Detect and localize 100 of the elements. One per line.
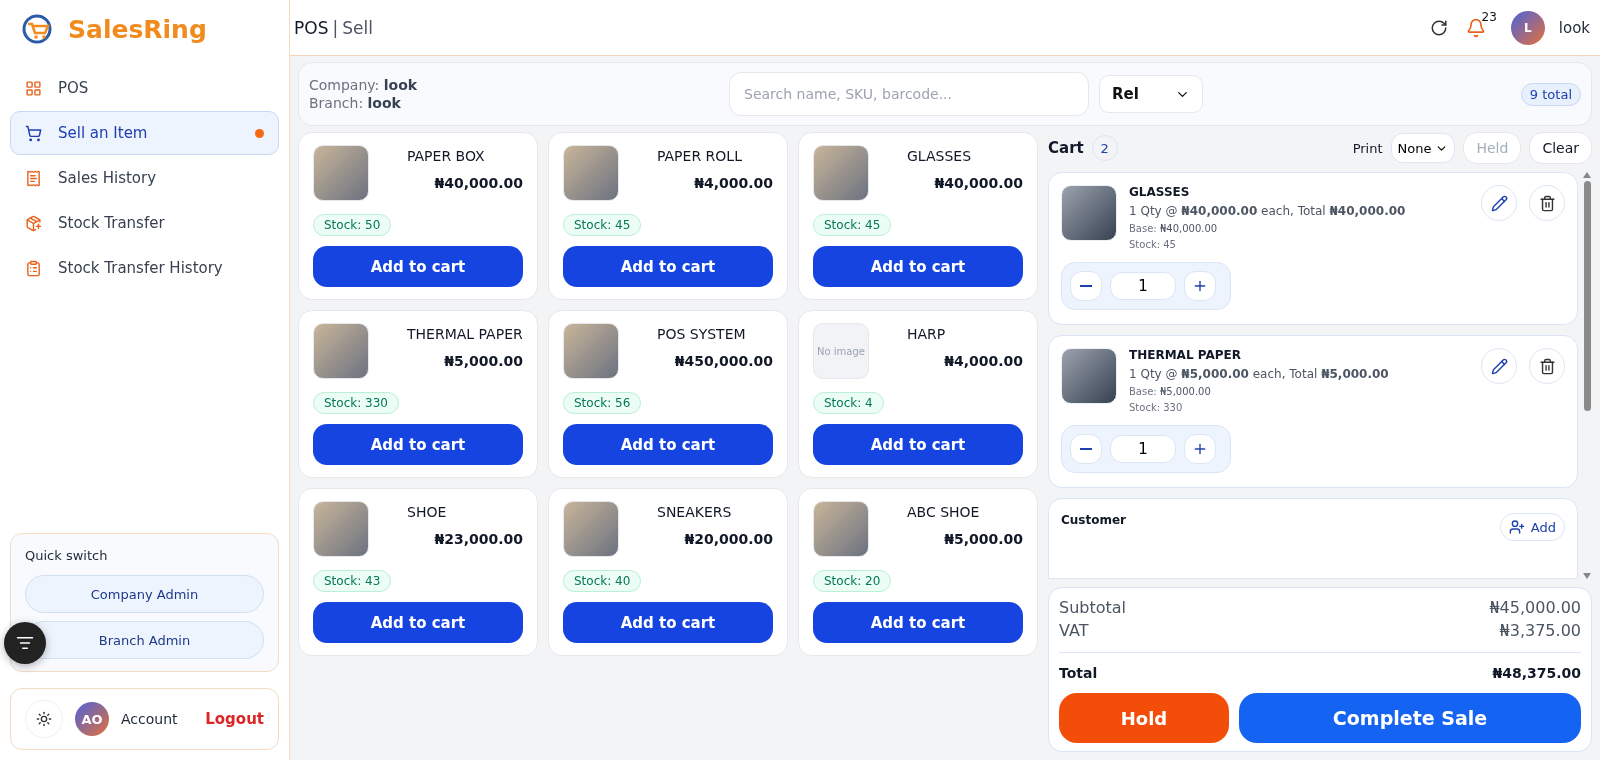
product-name: SHOE bbox=[406, 503, 448, 522]
nav-item[interactable]: Stock Transfer History bbox=[10, 246, 279, 290]
trash-icon bbox=[1538, 357, 1556, 375]
scroll-up-arrow[interactable] bbox=[1583, 172, 1591, 178]
product-name: POS SYSTEM bbox=[656, 325, 747, 344]
add-to-cart-button[interactable]: Add to cart bbox=[813, 602, 1023, 643]
receipt-icon bbox=[25, 169, 42, 187]
stock-badge: Stock: 20 bbox=[813, 570, 892, 593]
increase-button[interactable] bbox=[1184, 271, 1216, 301]
product-price: ₦23,000.00 bbox=[434, 531, 523, 547]
theme-toggle-button[interactable] bbox=[25, 700, 63, 738]
sun-icon bbox=[36, 711, 52, 727]
product-price: ₦40,000.00 bbox=[434, 175, 523, 191]
company-info: Company: look bbox=[309, 77, 419, 93]
stock-badge: Stock: 56 bbox=[563, 392, 642, 415]
product-name: THERMAL PAPER bbox=[406, 325, 523, 344]
item-price-line: 1 Qty @ ₦5,000.00 each, Total ₦5,000.00 bbox=[1129, 367, 1390, 381]
quantity-field[interactable]: 1 bbox=[1110, 435, 1176, 463]
item-name: GLASSES bbox=[1129, 185, 1191, 199]
item-base-price: Base: ₦5,000.00 bbox=[1129, 386, 1212, 397]
photo-placeholder bbox=[813, 145, 869, 201]
hold-button[interactable]: Hold bbox=[1059, 693, 1229, 743]
add-to-cart-button[interactable]: Add to cart bbox=[813, 246, 1023, 287]
notification-count: 23 bbox=[1481, 9, 1497, 24]
box-icon bbox=[25, 214, 42, 232]
add-to-cart-button[interactable]: Add to cart bbox=[563, 602, 773, 643]
grid-icon bbox=[25, 79, 42, 97]
add-to-cart-button[interactable]: Add to cart bbox=[563, 424, 773, 465]
photo-placeholder bbox=[813, 501, 869, 557]
customer-label: Customer bbox=[1061, 513, 1127, 527]
nav-item[interactable]: Sales History bbox=[10, 156, 279, 200]
increase-button[interactable] bbox=[1184, 434, 1216, 464]
cart-title: Cart bbox=[1048, 139, 1084, 157]
clipboard-icon bbox=[25, 259, 42, 277]
item-stock: Stock: 330 bbox=[1129, 402, 1184, 413]
stock-badge: Stock: 50 bbox=[313, 214, 392, 237]
edit-button[interactable] bbox=[1481, 348, 1517, 384]
sort-select[interactable]: Rel bbox=[1099, 75, 1203, 113]
summary-value: ₦45,000.00 bbox=[1489, 598, 1581, 617]
scrollbar-thumb[interactable] bbox=[1583, 181, 1591, 411]
photo-placeholder bbox=[313, 501, 369, 557]
brand-name: SalesRing bbox=[68, 14, 207, 44]
summary-value: ₦3,375.00 bbox=[1499, 621, 1581, 640]
total-count: 9 total bbox=[1520, 82, 1581, 106]
title-separator: | bbox=[332, 17, 339, 38]
photo-placeholder bbox=[1061, 348, 1117, 404]
item-price-line: 1 Qty @ ₦40,000.00 each, Total ₦40,000.00 bbox=[1129, 204, 1407, 218]
decrease-button[interactable] bbox=[1070, 271, 1102, 301]
product-name: SNEAKERS bbox=[656, 503, 733, 522]
stock-badge: Stock: 40 bbox=[563, 570, 642, 593]
list-icon bbox=[16, 634, 34, 652]
complete-sale-button[interactable]: Complete Sale bbox=[1239, 693, 1581, 743]
page-subtitle: Sell bbox=[342, 17, 373, 38]
logo-icon bbox=[20, 14, 54, 44]
minus-icon bbox=[1080, 285, 1092, 287]
add-to-cart-button[interactable]: Add to cart bbox=[313, 602, 523, 643]
stock-badge: Stock: 45 bbox=[813, 214, 892, 237]
add-to-cart-button[interactable]: Add to cart bbox=[313, 246, 523, 287]
delete-button[interactable] bbox=[1529, 185, 1565, 221]
plus-icon bbox=[1192, 278, 1208, 294]
product-price: ₦4,000.00 bbox=[944, 353, 1023, 369]
nav-item[interactable]: POS bbox=[10, 66, 279, 110]
add-to-cart-button[interactable]: Add to cart bbox=[813, 424, 1023, 465]
stock-badge: Stock: 4 bbox=[813, 392, 884, 415]
search-field[interactable]: Search name, SKU, barcode... bbox=[729, 72, 1089, 116]
user-name: look bbox=[1558, 18, 1590, 37]
summary-label: Subtotal bbox=[1059, 598, 1127, 617]
delete-button[interactable] bbox=[1529, 348, 1565, 384]
product-name: PAPER BOX bbox=[406, 147, 486, 166]
cart-icon bbox=[25, 124, 42, 142]
photo-placeholder bbox=[313, 323, 369, 379]
add-to-cart-button[interactable]: Add to cart bbox=[313, 424, 523, 465]
refresh-icon bbox=[1429, 18, 1448, 37]
stock-badge: Stock: 45 bbox=[563, 214, 642, 237]
item-name: THERMAL PAPER bbox=[1129, 348, 1242, 362]
add-to-cart-button[interactable]: Add to cart bbox=[563, 246, 773, 287]
scroll-down-arrow[interactable] bbox=[1583, 573, 1591, 579]
item-stock: Stock: 45 bbox=[1129, 239, 1177, 250]
product-name: ABC SHOE bbox=[906, 503, 981, 522]
print-select[interactable]: None bbox=[1390, 133, 1456, 163]
summary-label: Total bbox=[1059, 665, 1098, 681]
switch-role-button[interactable]: Company Admin bbox=[25, 575, 264, 613]
branch-info: Branch: look bbox=[309, 95, 402, 111]
clear-button[interactable]: Clear bbox=[1529, 132, 1592, 164]
floating-menu-button[interactable] bbox=[4, 622, 46, 664]
photo-placeholder bbox=[563, 323, 619, 379]
decrease-button[interactable] bbox=[1070, 434, 1102, 464]
user-avatar: L bbox=[1510, 10, 1545, 45]
nav-item[interactable]: Sell an Item bbox=[10, 111, 279, 155]
logout-link[interactable]: Logout bbox=[205, 710, 264, 728]
pencil-icon bbox=[1490, 357, 1508, 375]
nav-item[interactable]: Stock Transfer bbox=[10, 201, 279, 245]
product-price: ₦4,000.00 bbox=[694, 175, 773, 191]
stock-badge: Stock: 330 bbox=[313, 392, 399, 415]
add-customer-button[interactable]: Add bbox=[1499, 513, 1565, 541]
quantity-field[interactable]: 1 bbox=[1110, 272, 1176, 300]
stock-badge: Stock: 43 bbox=[313, 570, 392, 593]
photo-placeholder bbox=[563, 145, 619, 201]
edit-button[interactable] bbox=[1481, 185, 1517, 221]
quick-switch-title: Quick switch bbox=[25, 548, 109, 563]
